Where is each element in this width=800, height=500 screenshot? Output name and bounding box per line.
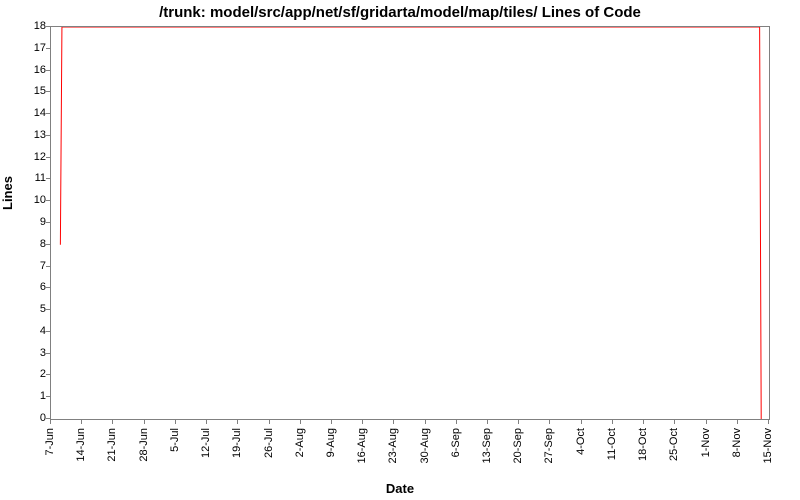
chart-title: /trunk: model/src/app/net/sf/gridarta/mo…	[0, 4, 800, 21]
x-tick-mark	[518, 420, 519, 424]
x-tick-label: 7-Jun	[44, 428, 56, 456]
y-tick-label: 3	[16, 347, 46, 359]
y-tick-label: 8	[16, 238, 46, 250]
x-tick-mark	[50, 420, 51, 424]
x-tick-mark	[706, 420, 707, 424]
data-line	[51, 27, 769, 419]
y-tick-label: 4	[16, 325, 46, 337]
y-tick-mark	[46, 113, 50, 114]
y-tick-label: 10	[16, 194, 46, 206]
x-tick-label: 1-Nov	[700, 428, 712, 457]
x-tick-label: 16-Aug	[356, 428, 368, 463]
y-tick-mark	[46, 418, 50, 419]
y-tick-label: 1	[16, 390, 46, 402]
x-tick-label: 12-Jul	[200, 428, 212, 458]
x-tick-label: 8-Nov	[731, 428, 743, 457]
y-tick-mark	[46, 309, 50, 310]
chart-container: /trunk: model/src/app/net/sf/gridarta/mo…	[0, 0, 800, 500]
x-tick-label: 21-Jun	[106, 428, 118, 462]
y-tick-label: 17	[16, 42, 46, 54]
y-tick-label: 5	[16, 303, 46, 315]
y-tick-label: 18	[16, 20, 46, 32]
x-tick-label: 19-Jul	[231, 428, 243, 458]
x-tick-label: 18-Oct	[637, 428, 649, 461]
x-tick-label: 2-Aug	[294, 428, 306, 457]
x-tick-label: 4-Oct	[575, 428, 587, 455]
y-tick-label: 2	[16, 368, 46, 380]
x-tick-label: 9-Aug	[325, 428, 337, 457]
x-tick-label: 23-Aug	[387, 428, 399, 463]
x-tick-label: 30-Aug	[419, 428, 431, 463]
y-tick-label: 7	[16, 260, 46, 272]
x-tick-mark	[612, 420, 613, 424]
y-tick-mark	[46, 266, 50, 267]
x-tick-mark	[81, 420, 82, 424]
x-tick-mark	[206, 420, 207, 424]
y-tick-mark	[46, 26, 50, 27]
x-tick-mark	[456, 420, 457, 424]
x-tick-label: 25-Oct	[668, 428, 680, 461]
x-tick-label: 6-Sep	[450, 428, 462, 457]
x-tick-mark	[487, 420, 488, 424]
x-tick-label: 27-Sep	[543, 428, 555, 463]
x-tick-mark	[175, 420, 176, 424]
y-tick-mark	[46, 48, 50, 49]
y-tick-mark	[46, 157, 50, 158]
y-tick-label: 13	[16, 129, 46, 141]
x-tick-mark	[425, 420, 426, 424]
y-tick-mark	[46, 70, 50, 71]
x-tick-mark	[581, 420, 582, 424]
x-tick-mark	[549, 420, 550, 424]
y-tick-mark	[46, 91, 50, 92]
x-tick-mark	[768, 420, 769, 424]
x-tick-mark	[674, 420, 675, 424]
y-tick-mark	[46, 222, 50, 223]
y-axis-label: Lines	[0, 176, 15, 210]
y-tick-label: 11	[16, 172, 46, 184]
y-tick-mark	[46, 178, 50, 179]
x-tick-mark	[237, 420, 238, 424]
x-tick-mark	[144, 420, 145, 424]
x-tick-label: 15-Nov	[762, 428, 774, 463]
x-tick-label: 28-Jun	[138, 428, 150, 462]
y-tick-mark	[46, 200, 50, 201]
y-tick-label: 9	[16, 216, 46, 228]
y-tick-label: 6	[16, 281, 46, 293]
x-tick-label: 20-Sep	[512, 428, 524, 463]
x-tick-mark	[393, 420, 394, 424]
y-tick-mark	[46, 244, 50, 245]
x-tick-mark	[362, 420, 363, 424]
y-tick-label: 16	[16, 64, 46, 76]
y-tick-mark	[46, 331, 50, 332]
x-tick-label: 11-Oct	[606, 428, 618, 460]
x-tick-label: 13-Sep	[481, 428, 493, 463]
x-tick-label: 26-Jul	[263, 428, 275, 458]
x-tick-mark	[269, 420, 270, 424]
y-tick-mark	[46, 287, 50, 288]
y-tick-mark	[46, 135, 50, 136]
x-tick-mark	[112, 420, 113, 424]
x-tick-label: 5-Jul	[169, 428, 181, 452]
y-tick-mark	[46, 353, 50, 354]
y-tick-label: 14	[16, 107, 46, 119]
y-tick-label: 15	[16, 85, 46, 97]
y-tick-label: 12	[16, 151, 46, 163]
x-tick-mark	[643, 420, 644, 424]
x-tick-mark	[331, 420, 332, 424]
y-tick-label: 0	[16, 412, 46, 424]
y-tick-mark	[46, 396, 50, 397]
plot-area	[50, 26, 770, 420]
x-tick-mark	[737, 420, 738, 424]
x-tick-label: 14-Jun	[75, 428, 87, 462]
x-axis-label: Date	[0, 481, 800, 496]
x-tick-mark	[300, 420, 301, 424]
y-tick-mark	[46, 374, 50, 375]
